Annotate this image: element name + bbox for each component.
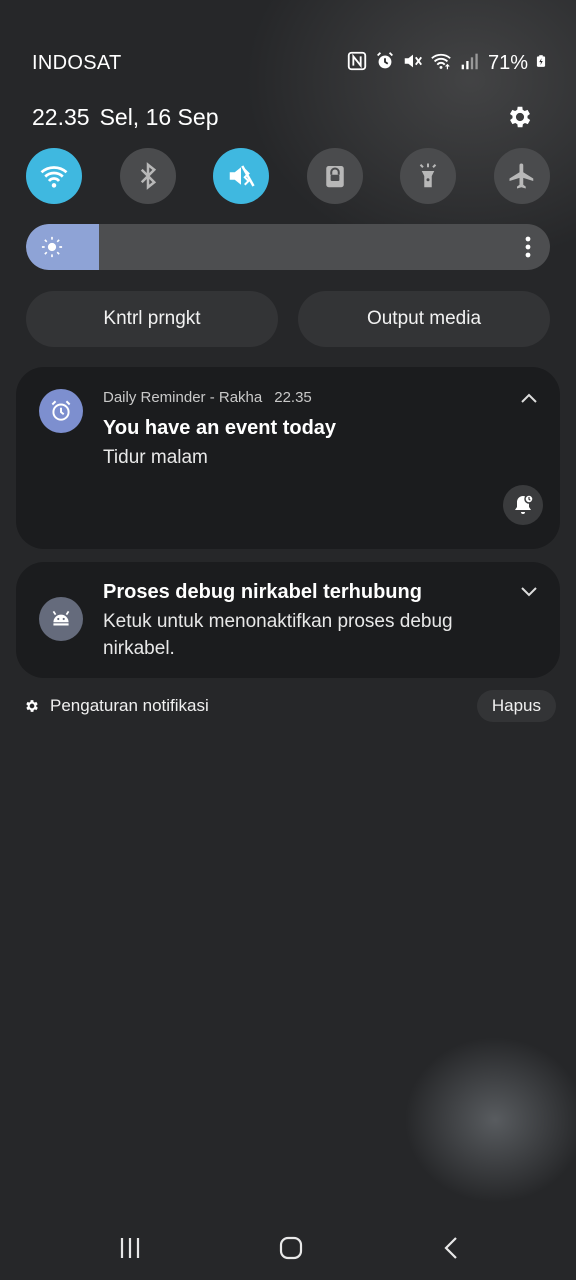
home-icon <box>279 1236 303 1260</box>
notification-text-line1: Ketuk untuk menonaktifkan proses debug <box>103 611 453 632</box>
date-text: Sel, 16 Sep <box>99 103 219 130</box>
notification-app-icon <box>39 597 83 641</box>
wifi-icon <box>430 50 452 77</box>
notification-time: 22.35 <box>274 389 312 406</box>
nfc-icon <box>346 50 368 77</box>
brightness-slider[interactable] <box>26 224 550 270</box>
notification-text: Tidur malam <box>103 447 208 468</box>
notification-settings-link[interactable]: Pengaturan notifikasi <box>24 696 209 716</box>
notification-daily-reminder[interactable]: Daily Reminder - Rakha 22.35 You have an… <box>16 367 560 549</box>
date-row: 22.35 Sel, 16 Sep <box>32 100 534 134</box>
back-button[interactable] <box>432 1230 472 1266</box>
sun-icon <box>41 236 63 258</box>
battery-percent: 71% <box>487 51 528 74</box>
recents-icon <box>120 1238 140 1258</box>
mute-icon <box>229 165 255 187</box>
battery-icon <box>534 51 548 76</box>
notification-app-name: Daily Reminder - Rakha <box>103 389 263 406</box>
home-button[interactable] <box>271 1230 311 1266</box>
clock-time: 22.35 <box>32 103 90 130</box>
more-options-icon[interactable] <box>524 235 532 259</box>
signal-icon <box>458 50 480 77</box>
clock-date[interactable]: 22.35 Sel, 16 Sep <box>32 104 218 131</box>
device-control-button[interactable]: Kntrl prngkt <box>26 291 278 347</box>
notification-footer: Pengaturan notifikasi Hapus <box>24 690 556 722</box>
chevron-up-icon[interactable] <box>520 392 538 404</box>
alarm-icon <box>51 400 71 421</box>
status-bar: INDOSAT 71% <box>32 48 548 78</box>
snooze-button[interactable] <box>503 485 543 525</box>
wifi-icon <box>40 166 68 188</box>
qs-wifi-tile[interactable] <box>26 148 82 204</box>
flashlight-icon <box>420 163 437 188</box>
bluetooth-icon <box>140 162 156 190</box>
qs-bluetooth-tile[interactable] <box>119 148 176 204</box>
media-output-button[interactable]: Output media <box>298 291 550 347</box>
qs-flashlight-tile[interactable] <box>400 148 457 204</box>
alarm-icon <box>374 50 396 77</box>
chevron-down-icon[interactable] <box>520 586 538 598</box>
qs-airplane-tile[interactable] <box>493 148 550 204</box>
control-pills: Kntrl prngkt Output media <box>26 291 550 347</box>
android-debug-icon <box>52 610 70 626</box>
recents-button[interactable] <box>110 1230 150 1266</box>
gear-icon <box>26 700 38 712</box>
qs-screen-lock-tile[interactable] <box>306 148 363 204</box>
notification-app-icon <box>39 389 83 433</box>
mute-icon <box>402 50 424 77</box>
gear-icon <box>509 106 531 128</box>
back-icon <box>444 1237 457 1259</box>
notification-wireless-debug[interactable]: Proses debug nirkabel terhubung Ketuk un… <box>16 562 560 678</box>
notification-meta: Daily Reminder - Rakha 22.35 <box>103 389 312 406</box>
status-icons: 71% <box>346 50 548 77</box>
notification-title: Proses debug nirkabel terhubung <box>103 581 422 603</box>
lock-icon <box>326 166 344 188</box>
navigation-bar <box>0 1218 576 1278</box>
bell-snooze-icon <box>515 494 534 514</box>
notification-settings-label: Pengaturan notifikasi <box>50 696 209 715</box>
carrier-name: INDOSAT <box>32 51 122 74</box>
quick-settings-row <box>26 148 550 204</box>
clear-all-button[interactable]: Hapus <box>476 690 556 722</box>
settings-button[interactable] <box>506 103 534 131</box>
airplane-icon <box>509 163 534 189</box>
notification-title: You have an event today <box>103 417 337 439</box>
notification-text-line2: nirkabel. <box>103 638 175 659</box>
qs-sound-tile[interactable] <box>213 148 270 204</box>
